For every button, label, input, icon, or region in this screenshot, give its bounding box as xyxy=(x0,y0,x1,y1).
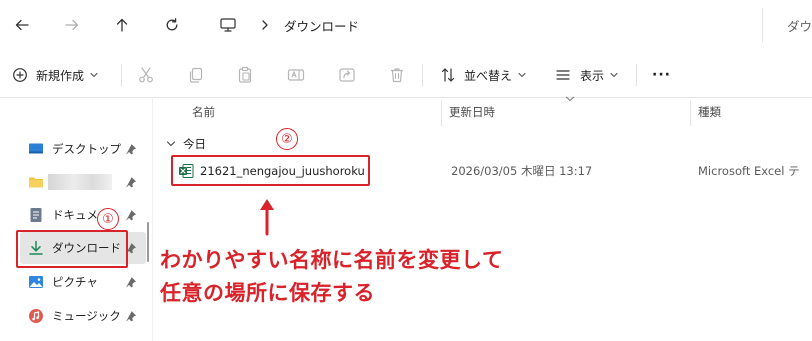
command-bar: 新規作成 並べ替え 表示 ··· xyxy=(0,52,812,98)
picture-icon xyxy=(29,276,43,288)
file-date-cell: 2026/03/05 木曜日 13:17 xyxy=(451,164,593,178)
back-button[interactable] xyxy=(8,12,36,38)
sidebar-scrollbar[interactable] xyxy=(146,100,150,341)
refresh-icon xyxy=(166,18,178,31)
sidebar-item-desktop[interactable]: デスクトップ xyxy=(28,136,121,162)
toolbar-divider xyxy=(121,64,122,86)
column-header-type[interactable]: 種類 xyxy=(698,104,721,120)
pin-icon[interactable] xyxy=(125,209,137,221)
copy-button[interactable] xyxy=(184,63,208,87)
pin-icon[interactable] xyxy=(125,276,137,288)
clipboard-icon xyxy=(238,66,252,83)
arrow-up-icon xyxy=(116,18,128,32)
annotation-line-2: 任意の場所に保存する xyxy=(160,281,375,305)
new-button[interactable]: 新規作成 xyxy=(12,52,98,98)
forward-button[interactable] xyxy=(58,12,86,38)
more-options-button[interactable]: ··· xyxy=(652,52,671,98)
pin-icon[interactable] xyxy=(125,143,137,155)
file-type-cell: Microsoft Excel テ xyxy=(698,164,800,178)
sidebar-item-folder[interactable] xyxy=(28,169,112,195)
sidebar-item-label: ピクチャ xyxy=(52,275,98,289)
sidebar-item-pictures[interactable]: ピクチャ xyxy=(28,269,98,295)
chevron-down-icon xyxy=(166,141,176,147)
sidebar-item-label: デスクトップ xyxy=(52,142,121,156)
sidebar-item-music[interactable]: ミュージック xyxy=(28,303,121,329)
step-marker-1: ① xyxy=(97,208,119,230)
paste-button[interactable] xyxy=(233,63,257,87)
share-button[interactable] xyxy=(335,63,359,87)
group-header-today[interactable]: 今日 xyxy=(166,136,206,152)
share-icon xyxy=(339,68,355,82)
arrow-up-annotation-icon xyxy=(260,199,274,236)
new-button-label: 新規作成 xyxy=(36,68,85,83)
column-header-name[interactable]: 名前 xyxy=(192,104,215,120)
step-marker-2: ② xyxy=(276,128,298,150)
column-divider[interactable] xyxy=(441,100,442,126)
this-pc-button[interactable] xyxy=(216,13,240,37)
sort-icon xyxy=(441,68,455,82)
list-view-icon xyxy=(556,70,570,80)
toolbar-divider xyxy=(422,64,423,86)
document-icon xyxy=(30,208,42,222)
sort-button[interactable]: 並べ替え xyxy=(440,52,526,98)
up-button[interactable] xyxy=(108,12,136,38)
rename-icon xyxy=(287,69,305,81)
rename-button[interactable] xyxy=(284,63,308,87)
sidebar-item-label: ミュージック xyxy=(52,309,121,323)
view-button-label: 表示 xyxy=(580,68,605,83)
column-header-date[interactable]: 更新日時 xyxy=(449,104,495,120)
folder-icon xyxy=(29,177,43,188)
refresh-button[interactable] xyxy=(158,12,186,38)
music-icon xyxy=(29,309,43,323)
chevron-down-icon xyxy=(610,72,618,78)
address-bar[interactable]: ダウンロード xyxy=(204,7,754,43)
arrow-left-icon xyxy=(15,19,29,31)
chevron-down-icon xyxy=(90,72,98,78)
sidebar-scrollbar-thumb[interactable] xyxy=(147,222,149,262)
highlight-box-downloads xyxy=(16,230,128,268)
redacted-folder-name xyxy=(48,174,112,190)
delete-button[interactable] xyxy=(385,63,409,87)
pin-icon[interactable] xyxy=(125,310,137,322)
breadcrumb-current[interactable]: ダウンロード xyxy=(284,16,359,35)
sort-button-label: 並べ替え xyxy=(464,68,513,83)
desktop-icon xyxy=(29,143,43,154)
divider xyxy=(762,8,763,42)
plus-circle-icon xyxy=(13,68,27,82)
search-input[interactable]: ダウ xyxy=(787,16,812,35)
sidebar-item-documents[interactable]: ドキュメ xyxy=(28,202,98,228)
pin-icon[interactable] xyxy=(125,176,137,188)
toolbar-divider xyxy=(636,64,637,86)
group-label: 今日 xyxy=(183,137,206,151)
cut-button[interactable] xyxy=(134,63,158,87)
navigation-bar: ダウンロード ダウ xyxy=(0,0,812,50)
annotation-line-1: わかりやすい名称に名前を変更して xyxy=(160,248,504,272)
view-button[interactable]: 表示 xyxy=(555,52,618,98)
column-divider[interactable] xyxy=(690,100,691,126)
chevron-down-icon xyxy=(518,72,526,78)
arrow-right-icon xyxy=(65,19,79,31)
scissors-icon xyxy=(139,67,153,83)
pane-divider xyxy=(152,98,153,341)
sort-descending-icon xyxy=(566,96,574,102)
chevron-right-icon xyxy=(262,20,268,30)
highlight-box-file xyxy=(171,155,370,186)
breadcrumb-separator xyxy=(258,18,272,32)
copy-icon xyxy=(189,67,203,83)
sidebar-item-label: ドキュメ xyxy=(52,208,98,222)
monitor-icon xyxy=(220,18,236,32)
trash-icon xyxy=(391,68,403,83)
